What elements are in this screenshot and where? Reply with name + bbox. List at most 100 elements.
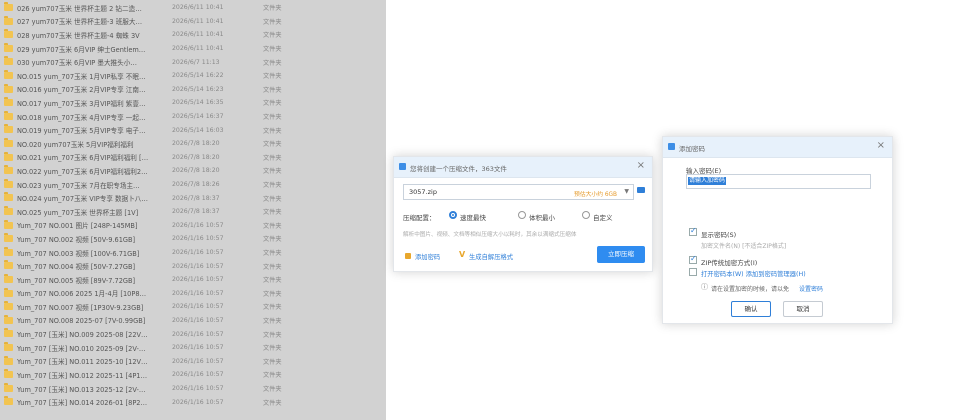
file-row[interactable]: 029 yum707玉米 6月VIP 绅士Gentlem… 2026/6/11 1… [0, 42, 386, 56]
file-name: NO.018 yum_707玉米 4月VIP专享 一起… [17, 113, 146, 122]
file-row[interactable]: NO.020 yum707玉米 5月VIP福利福利 2026/7/8 18:20 文… [0, 137, 386, 151]
password-manager-checkbox[interactable] [689, 268, 697, 276]
file-type: 文件夹 [263, 73, 282, 81]
file-date: 2026/1/16 10:57 [172, 235, 224, 243]
self-extract-link[interactable]: 生成自解压格式 [469, 252, 513, 261]
file-row[interactable]: Yum_707 NO.004 视频 [50V-7.27GB] 2026/1/16 … [0, 259, 386, 273]
file-row[interactable]: NO.019 yum_707玉米 5月VIP专享 电子… 2026/5/14 16… [0, 123, 386, 137]
file-row[interactable]: 028 yum707玉米 世界杯主题-4 蜘蛛 3V 2026/6/11 10:4… [0, 28, 386, 42]
ok-button[interactable]: 确认 [731, 301, 771, 317]
close-icon[interactable]: × [877, 141, 885, 151]
file-row[interactable]: Yum_707 NO.001 图片 [248P-145MB] 2026/1/16 … [0, 219, 386, 233]
option-fastest-radio[interactable] [449, 211, 457, 219]
file-name: Yum_707 NO.007 视频 [1P30V-9.23GB] [17, 303, 144, 312]
option-custom-radio[interactable] [582, 211, 590, 219]
option-custom-label[interactable]: 自定义 [593, 212, 613, 222]
file-date: 2026/6/7 11:13 [172, 58, 220, 66]
folder-icon [4, 233, 13, 243]
folder-icon [4, 260, 13, 270]
file-date: 2026/1/16 10:57 [172, 262, 224, 270]
file-row[interactable]: NO.016 yum_707玉米 2月VIP专享 江南… 2026/5/14 16… [0, 83, 386, 97]
file-date: 2026/1/16 10:57 [172, 371, 224, 379]
file-row[interactable]: Yum_707 [玉米] NO.012 2025-11 [4P1… 2026/1/… [0, 368, 386, 382]
folder-icon [4, 124, 13, 134]
file-date: 2026/7/8 18:37 [172, 208, 220, 216]
option-smallest-label[interactable]: 体积最小 [529, 212, 555, 222]
password-input[interactable]: 请输入加密码 [686, 174, 871, 189]
file-row[interactable]: NO.021 yum_707玉米 6月VIP福利福利 [… 2026/7/8 18… [0, 151, 386, 165]
zip-compat-checkbox[interactable] [689, 254, 697, 264]
file-name: NO.019 yum_707玉米 5月VIP专享 电子… [17, 127, 146, 136]
password-manager-link[interactable]: 打开密码本(W) 添加到密码管理器(H) [701, 269, 806, 278]
file-row[interactable]: 027 yum707玉米 世界杯主题-3 班服大… 2026/6/11 10:41… [0, 15, 386, 29]
file-name: Yum_707 NO.008 2025-07 [7V-0.99GB] [17, 316, 146, 325]
zip-compat-label[interactable]: ZIP传统加密方式(I) [701, 257, 757, 267]
start-compress-button[interactable]: 立即压缩 [597, 246, 645, 263]
file-row[interactable]: NO.023 yum_707玉米 7月在职专场主… 2026/7/8 18:26 文… [0, 178, 386, 192]
add-password-link[interactable]: 添加密码 [415, 252, 440, 261]
file-date: 2026/5/14 16:23 [172, 85, 224, 93]
show-password-checkbox[interactable] [689, 226, 697, 236]
file-date: 2026/1/16 10:57 [172, 398, 224, 406]
folder-icon [4, 246, 13, 256]
file-type: 文件夹 [263, 318, 282, 326]
folder-icon [4, 342, 13, 351]
file-row[interactable]: 030 yum707玉米 6月VIP 墨大推头小… 2026/6/7 11:13 文… [0, 55, 386, 69]
file-date: 2026/6/11 10:41 [172, 4, 224, 12]
file-name: 030 yum707玉米 6月VIP 墨大推头小… [17, 59, 137, 68]
file-row[interactable]: Yum_707 NO.003 视频 [100V-6.71GB] 2026/1/16… [0, 246, 386, 260]
filename-input[interactable]: 3057.zip 预估大小约 6GB ▼ [403, 184, 634, 200]
file-row[interactable]: Yum_707 NO.005 视频 [89V-7.72GB] 2026/1/16 … [0, 273, 386, 287]
filename-value[interactable]: 3057.zip [409, 188, 437, 196]
encrypt-names-hint: 加密文件名(N) [不适合ZIP格式] [701, 243, 787, 250]
file-type: 文件夹 [263, 182, 282, 190]
file-row[interactable]: Yum_707 NO.002 视频 [50V-9.61GB] 2026/1/16 … [0, 232, 386, 246]
file-name: NO.024 yum_707玉米 VIP专享 数据卜八… [17, 195, 148, 204]
set-password-link[interactable]: 设置密码 [799, 284, 823, 293]
folder-icon [4, 138, 13, 147]
folder-browse-icon[interactable] [637, 187, 645, 193]
file-row[interactable]: 026 yum707玉米 世界杯主题 2 钻二造… 2026/6/11 10:41… [0, 1, 386, 15]
file-row[interactable]: NO.015 yum_707玉米 1月VIP私享 不眠… 2026/5/14 16… [0, 69, 386, 83]
folder-icon [4, 178, 13, 188]
file-name: Yum_707 [玉米] NO.010 2025-09 [2V-… [17, 344, 146, 353]
file-date: 2026/5/14 16:37 [172, 113, 224, 121]
file-name: Yum_707 [玉米] NO.014 2026-01 [8P2… [17, 399, 148, 408]
file-date: 2026/1/16 10:57 [172, 357, 224, 365]
file-row[interactable]: NO.018 yum_707玉米 4月VIP专享 一起… 2026/5/14 16… [0, 110, 386, 124]
folder-icon [4, 369, 13, 379]
file-row[interactable]: NO.017 yum_707玉米 3月VIP福利 紫壹… 2026/5/14 16… [0, 96, 386, 110]
option-fastest-label[interactable]: 速度最快 [460, 212, 486, 222]
password-value[interactable]: 请输入加密码 [688, 177, 727, 185]
file-type: 文件夹 [263, 46, 282, 54]
file-row[interactable]: Yum_707 [玉米] NO.013 2025-12 [2V-… 2026/1/… [0, 382, 386, 396]
file-row[interactable]: Yum_707 NO.007 视频 [1P30V-9.23GB] 2026/1/1… [0, 300, 386, 314]
file-date: 2026/7/8 18:20 [172, 167, 220, 175]
file-row[interactable]: Yum_707 NO.008 2025-07 [7V-0.99GB] 2026/1… [0, 314, 386, 328]
folder-icon [4, 274, 13, 283]
file-name: Yum_707 NO.003 视频 [100V-6.71GB] [17, 249, 140, 258]
file-row[interactable]: Yum_707 [玉米] NO.014 2026-01 [8P2… 2026/1/… [0, 395, 386, 409]
folder-icon [4, 97, 13, 107]
file-type: 文件夹 [263, 304, 282, 312]
file-row[interactable]: NO.025 yum_707玉米 世界杯主题 [1V] 2026/7/8 18:3… [0, 205, 386, 219]
file-row[interactable]: Yum_707 [玉米] NO.011 2025-10 [12V… 2026/1/… [0, 355, 386, 369]
show-password-label[interactable]: 显示密码(S) [701, 229, 736, 239]
file-row[interactable]: NO.024 yum_707玉米 VIP专享 数据卜八… 2026/7/8 18:… [0, 191, 386, 205]
file-row[interactable]: NO.022 yum_707玉米 6月VIP福利福利2… 2026/7/8 18:… [0, 164, 386, 178]
file-name: Yum_707 NO.006 2025 1月-4月 [10P8… [17, 290, 147, 299]
folder-icon [4, 29, 13, 39]
warning-icon: ⓘ [701, 283, 708, 291]
folder-icon [4, 70, 13, 79]
file-row[interactable]: Yum_707 NO.006 2025 1月-4月 [10P8… 2026/1/1… [0, 287, 386, 301]
option-smallest-radio[interactable] [518, 211, 526, 219]
cancel-button[interactable]: 取消 [783, 301, 823, 317]
close-icon[interactable]: × [637, 161, 645, 171]
file-row[interactable]: Yum_707 [玉米] NO.010 2025-09 [2V-… 2026/1/… [0, 341, 386, 355]
file-name: NO.020 yum707玉米 5月VIP福利福利 [17, 140, 134, 149]
file-date: 2026/7/8 18:20 [172, 140, 220, 148]
file-row[interactable]: Yum_707 [玉米] NO.009 2025-08 [22V… 2026/1/… [0, 327, 386, 341]
file-name: NO.025 yum_707玉米 世界杯主题 [1V] [17, 208, 139, 217]
chevron-down-icon[interactable]: ▼ [624, 188, 629, 195]
file-date: 2026/1/16 10:57 [172, 317, 224, 325]
